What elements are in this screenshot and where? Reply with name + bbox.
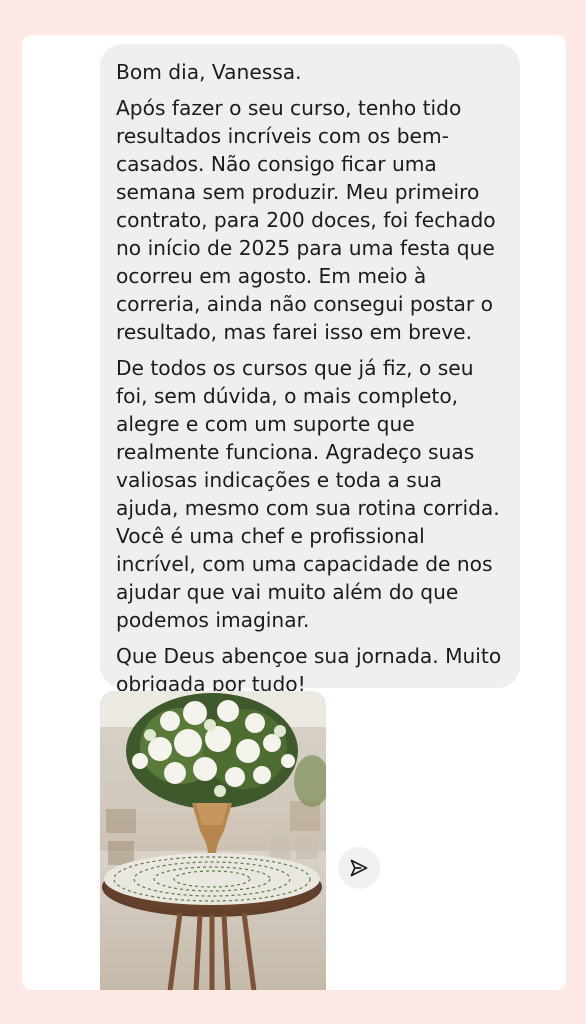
chat-frame: Bom dia, Vanessa. Após fazer o seu curso… — [22, 35, 566, 990]
share-button[interactable] — [338, 847, 380, 889]
message-paragraph-praise: De todos os cursos que já fiz, o seu foi… — [116, 356, 500, 632]
message-greeting: Bom dia, Vanessa. — [116, 60, 302, 84]
attached-photo[interactable] — [100, 691, 326, 990]
paper-plane-icon — [350, 859, 368, 877]
table-arrangement-image — [100, 691, 326, 990]
message-bubble[interactable]: Bom dia, Vanessa. Após fazer o seu curso… — [100, 44, 520, 696]
message-paragraph-closing: Que Deus abençoe sua jornada. Muito obri… — [116, 644, 502, 696]
message-paragraph-results: Após fazer o seu curso, tenho tido resul… — [116, 96, 496, 344]
